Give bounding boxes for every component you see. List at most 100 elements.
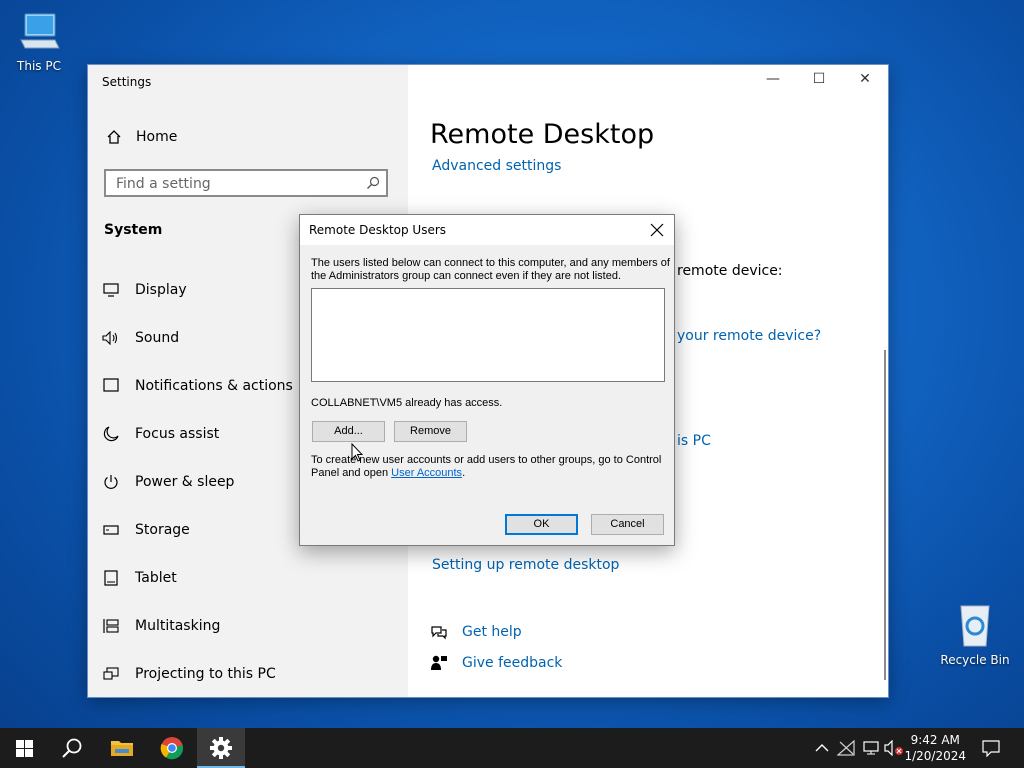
nav-item-power-sleep[interactable]: Power & sleep — [102, 470, 234, 494]
tray-display-button[interactable] — [861, 738, 881, 758]
action-center-button[interactable] — [981, 738, 1001, 758]
dialog-info-text: To create new user accounts or add users… — [311, 454, 661, 480]
ok-button[interactable]: OK — [505, 514, 578, 535]
this-pc-label: This PC — [17, 59, 61, 73]
remote-device-help-link[interactable]: your remote device? — [677, 328, 821, 344]
info-line-2-suffix: . — [462, 467, 466, 479]
remove-button[interactable]: Remove — [394, 421, 467, 442]
nav-item-display[interactable]: Display — [102, 278, 187, 302]
dialog-title-bar: Remote Desktop Users — [300, 215, 674, 245]
close-icon[interactable] — [648, 221, 666, 239]
moon-icon — [102, 425, 120, 443]
dialog-description: The users listed below can connect to th… — [311, 257, 670, 283]
recycle-bin-icon — [960, 605, 990, 647]
projecting-icon — [102, 665, 120, 683]
recycle-bin-desktop-icon[interactable]: Recycle Bin — [940, 602, 1010, 667]
cancel-button[interactable]: Cancel — [591, 514, 664, 535]
nav-label: Tablet — [135, 570, 177, 586]
nav-item-multitasking[interactable]: Multitasking — [102, 614, 220, 638]
file-explorer-button[interactable] — [98, 728, 146, 768]
remote-desktop-users-dialog: Remote Desktop Users The users listed be… — [299, 214, 675, 546]
this-pc-link[interactable]: is PC — [677, 433, 711, 449]
nav-item-notifications[interactable]: Notifications & actions — [102, 374, 293, 398]
advanced-settings-link[interactable]: Advanced settings — [432, 158, 561, 174]
this-pc-desktop-icon[interactable]: This PC — [4, 10, 74, 73]
search-placeholder: Find a setting — [116, 176, 211, 192]
home-icon — [107, 130, 121, 144]
power-icon — [102, 473, 120, 491]
settings-taskbar-button[interactable] — [197, 728, 245, 768]
tray-network-button[interactable] — [836, 738, 856, 758]
tray-volume-button[interactable] — [884, 738, 904, 758]
nav-label: Notifications & actions — [135, 378, 293, 394]
gear-icon — [210, 737, 232, 759]
nav-label: Sound — [135, 330, 180, 346]
home-nav[interactable]: Home — [106, 129, 177, 145]
info-line-1: To create new user accounts or add users… — [311, 454, 662, 466]
nav-label: Display — [135, 282, 187, 298]
feedback-icon — [431, 655, 447, 670]
remote-device-text: remote device: — [677, 263, 783, 279]
home-label: Home — [136, 129, 178, 145]
info-line-2: Panel and open User Accounts. — [311, 467, 661, 480]
network-icon — [837, 740, 855, 756]
window-title: Settings — [102, 75, 152, 89]
chrome-icon — [160, 737, 184, 760]
nav-item-projecting[interactable]: Projecting to this PC — [102, 662, 276, 686]
give-feedback-link[interactable]: Give feedback — [462, 655, 562, 671]
show-hidden-icons-button[interactable] — [812, 738, 832, 758]
description-line-1: The users listed below can connect to th… — [311, 257, 670, 269]
storage-icon — [102, 521, 120, 539]
taskbar-clock[interactable]: 9:42 AM 1/20/2024 — [904, 732, 966, 764]
search-icon — [367, 176, 380, 189]
chrome-button[interactable] — [148, 728, 196, 768]
page-title: Remote Desktop — [430, 119, 655, 150]
add-button[interactable]: Add... — [312, 421, 385, 442]
info-line-2-prefix: Panel and open — [311, 467, 392, 479]
monitor-icon — [863, 741, 879, 755]
description-line-2: the Administrators group can connect eve… — [311, 270, 622, 282]
clock-time: 9:42 AM — [910, 733, 960, 747]
settings-search-input[interactable]: Find a setting — [104, 169, 388, 197]
nav-item-focus-assist[interactable]: Focus assist — [102, 422, 219, 446]
access-status-text: COLLABNET\VM5 already has access. — [311, 397, 503, 409]
help-icon — [431, 626, 447, 640]
nav-item-sound[interactable]: Sound — [102, 326, 179, 350]
user-accounts-link[interactable]: User Accounts — [391, 467, 462, 479]
clock-date: 1/20/2024 — [904, 749, 966, 763]
give-feedback-row[interactable]: Give feedback — [430, 654, 562, 672]
display-icon — [102, 281, 120, 299]
tablet-icon — [102, 569, 120, 587]
minimize-button[interactable]: — — [750, 71, 796, 87]
setting-up-remote-desktop-link[interactable]: Setting up remote desktop — [432, 557, 619, 573]
users-listbox[interactable] — [311, 288, 665, 382]
computer-icon — [20, 13, 60, 49]
chevron-up-icon — [815, 744, 829, 752]
close-button[interactable]: ✕ — [842, 71, 888, 87]
mouse-cursor-icon — [351, 443, 363, 462]
nav-item-tablet[interactable]: Tablet — [102, 566, 177, 590]
nav-label: Multitasking — [135, 618, 221, 634]
taskbar: 9:42 AM 1/20/2024 — [0, 728, 1024, 768]
nav-item-storage[interactable]: Storage — [102, 518, 190, 542]
section-title: System — [104, 222, 163, 238]
search-icon — [62, 738, 82, 758]
start-button[interactable] — [0, 728, 48, 768]
dialog-title: Remote Desktop Users — [309, 223, 447, 237]
notifications-icon — [102, 377, 120, 395]
get-help-row[interactable]: Get help — [430, 623, 522, 641]
nav-label: Storage — [135, 522, 190, 538]
multitasking-icon — [102, 617, 120, 635]
nav-label: Focus assist — [135, 426, 220, 442]
windows-logo-icon — [15, 739, 33, 757]
volume-muted-icon — [884, 740, 903, 756]
search-button[interactable] — [48, 728, 96, 768]
nav-label: Projecting to this PC — [135, 666, 276, 682]
nav-label: Power & sleep — [135, 474, 235, 490]
speaker-icon — [102, 329, 120, 347]
scrollbar[interactable] — [884, 350, 886, 680]
get-help-link[interactable]: Get help — [462, 624, 522, 640]
recycle-bin-label: Recycle Bin — [940, 653, 1010, 667]
maximize-button[interactable]: ☐ — [796, 71, 842, 87]
notification-center-icon — [982, 740, 1000, 757]
